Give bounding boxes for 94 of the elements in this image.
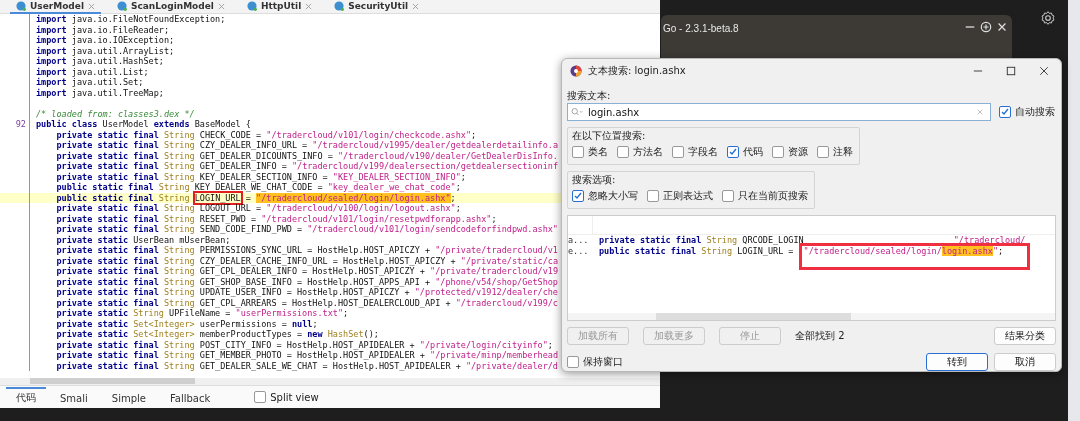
file-tab[interactable]: UserModel xyxy=(10,0,101,14)
code-line: import java.io.FileNotFoundException; xyxy=(36,14,226,25)
code-line: private static final String GET_CPL_DEALER_INFO = HostHelp.HOST_APICZY + "/private/tradercloud/v19 xyxy=(55,266,558,277)
code-line: private static final String GET_DEALER_DICOUNTS_INFO = "/tradercloud/v190/dealer/GetDealerDisInfo. xyxy=(55,150,558,161)
annotation-box: "/tradercloud/sealed/login/login.ashx"; xyxy=(798,243,1031,270)
result-count: 全部找到 2 xyxy=(795,329,845,343)
field-label: 搜索文本: xyxy=(567,89,612,103)
dialog-button[interactable]: 取消 xyxy=(994,353,1056,371)
checkbox[interactable] xyxy=(672,146,684,158)
view-tab[interactable]: 代码 xyxy=(6,387,46,407)
plus-circle-icon[interactable] xyxy=(980,21,992,33)
checkbox[interactable] xyxy=(254,391,267,403)
code-line: public static final String LOGIN_URL = "/tradercloud/sealed/login/login.ashx"; xyxy=(55,192,456,203)
code-line: private static final String GET_CPL_ARREARS = HostHelp.HOST_DEALERCLOUD_API + "/tradercloud/v199/c xyxy=(55,297,558,308)
code-line: import java.io.IOException; xyxy=(36,35,175,46)
code-line: private static final String UPDATE_USER_INFO = HostHelp.HOST_APICZY + "/protected/v1912/dealer/che xyxy=(55,287,558,298)
checkbox-label: 注释 xyxy=(833,145,853,159)
checkbox[interactable] xyxy=(572,190,584,202)
code-line: private static final String GET_DEALER_SALE_WE_CHAT = HostHelp.HOST_APIDEALER + "/private/dealer/d xyxy=(55,360,558,371)
checkbox-label: Split view xyxy=(270,391,319,403)
code-line: private static final String RESET_PWD = "/tradercloud/v101/login/resetpwdforapp.ashx"; xyxy=(55,213,497,224)
dialog-title: 文本搜索: login.ashx xyxy=(588,64,687,78)
checkbox[interactable] xyxy=(817,146,829,158)
scrollbar-thumb[interactable] xyxy=(30,378,195,384)
code-line: import java.util.List; xyxy=(36,66,149,77)
checkbox-label: 方法名 xyxy=(633,145,663,159)
checkbox[interactable] xyxy=(727,146,739,158)
dialog-button[interactable]: 转到 xyxy=(926,353,988,371)
clear-icon[interactable] xyxy=(977,109,983,115)
class-icon xyxy=(16,1,26,11)
result-code[interactable]: public static final String LOGIN_URL = xyxy=(599,246,799,257)
scrollbar-thumb[interactable] xyxy=(656,313,851,320)
code-line: private static final String PERMISSIONS_SYNC_URL = HostHelp.HOST_APICZY + "/private/tradercloud/v1 xyxy=(55,245,558,256)
code-line: private static String UPFileName = "userPermissions.txt"; xyxy=(55,308,349,319)
code-line: private static UserBean mUserBean; xyxy=(55,234,231,245)
close-icon[interactable] xyxy=(1039,66,1049,76)
code-line: import java.util.TreeMap; xyxy=(36,87,164,98)
group-title: 在以下位置搜索: xyxy=(572,129,647,143)
checkbox-label: 自动搜索 xyxy=(1015,105,1055,119)
window-title: Go - 2.3.1-beta.8 xyxy=(663,23,740,34)
checkbox[interactable] xyxy=(647,190,659,202)
code-line: private static Set<Integer> userPermissions = null; xyxy=(55,318,318,329)
line-number: 92 xyxy=(15,119,26,129)
code-line: private static Set<Integer> memberProductTypes = new HashSet(); xyxy=(55,329,379,340)
code-line: private static final String CZY_DEALER_CACHE_INFO_URL = HostHelp.HOST_APICZY + "/private/static/ca xyxy=(55,255,558,266)
settings-icon[interactable] xyxy=(1040,10,1056,26)
code-line: private static final String GET_MEMBER_PHOTO = HostHelp.HOST_APIDEALER + "/private/minp/memberhead xyxy=(55,350,558,361)
search-icon xyxy=(571,107,583,117)
code-line: private static final String GET_DEALER_INFO = "/tradercloud/v199/dealersection/getdealersectioninf xyxy=(55,161,558,172)
checkbox-label: 资源 xyxy=(788,145,808,159)
class-icon xyxy=(334,1,345,11)
checkbox[interactable] xyxy=(572,146,584,158)
checkbox-label: 字段名 xyxy=(688,145,718,159)
checkbox-label: 正则表达式 xyxy=(663,189,713,203)
checkbox-label: 代码 xyxy=(743,145,763,159)
code-line: public static final String KEY_DEALER_WE_CHAT_CODE = "key_dealer_we_chat_code"; xyxy=(55,182,461,193)
code-line: private static final String GET_SHOP_BASE_INFO = HostHelp.HOST_APPS_API + "/phone/v54/shop/GetShop xyxy=(55,276,558,287)
file-tab[interactable]: ScanLoginModel xyxy=(111,0,231,12)
code-line: import java.util.Set; xyxy=(36,77,144,88)
checkbox[interactable] xyxy=(567,356,579,368)
result-location[interactable]: a... xyxy=(568,235,599,246)
code-line: /* loaded from: classes3.dex */ xyxy=(36,108,195,119)
view-tab[interactable]: Simple xyxy=(101,388,156,406)
checkbox[interactable] xyxy=(772,146,784,158)
maximize-icon[interactable] xyxy=(1006,66,1016,76)
group-title: 搜索选项: xyxy=(572,173,617,187)
app-logo-icon xyxy=(570,65,582,77)
group-results-button[interactable]: 结果分类 xyxy=(994,327,1056,345)
code-line: import java.io.FileReader; xyxy=(36,24,170,35)
search-field[interactable]: login.ashx xyxy=(567,103,991,121)
file-tab[interactable]: SecurityUtil xyxy=(328,0,426,12)
code-line: private static final String CHECK_CODE = "/tradercloud/v101/login/checkcode.ashx"; xyxy=(55,129,477,140)
code-line: import java.util.ArrayList; xyxy=(36,45,175,56)
class-icon xyxy=(246,1,257,11)
checkbox[interactable] xyxy=(722,190,734,202)
code-line: public class UserModel extends BaseModel { xyxy=(36,119,251,130)
checkbox-label: 类名 xyxy=(588,145,608,159)
code-line: private static final String CZY_DEALER_INFO_URL = "/tradercloud/v1995/dealer/getdealerdetailinfo.a xyxy=(55,140,558,151)
code-line: private static final String LOGOUT_URL = "/tradercloud/v100/login/logout.ashx"; xyxy=(55,203,461,214)
view-tab[interactable]: Smali xyxy=(50,388,98,406)
checkbox-label: 保持窗口 xyxy=(583,355,623,369)
checkbox-label: 忽略大小写 xyxy=(588,189,638,203)
code-line: private static final String KEY_DEALER_SECTION_INFO = "KEY_DEALER_SECTION_INFO"; xyxy=(55,171,466,182)
code-line: import java.util.HashSet; xyxy=(36,56,164,67)
checkbox-label: 只在当前页搜索 xyxy=(738,189,808,203)
file-tab[interactable]: HttpUtil xyxy=(240,0,319,12)
result-location[interactable]: e... xyxy=(568,246,599,257)
checkbox[interactable] xyxy=(617,146,629,158)
view-tab[interactable]: Fallback xyxy=(159,388,221,406)
class-icon xyxy=(117,1,127,11)
code-line: private static final String SEND_CODE_FIND_PWD = "/tradercloud/v101/login/sendcodeforfindpwd.ashx" xyxy=(55,224,558,235)
checkbox[interactable] xyxy=(999,106,1011,118)
result-code[interactable]: private static final String QRCODE_LOGIN "/tradercloud/ xyxy=(599,235,1026,246)
code-line: private static final String POST_CITY_INFO = HostHelp.HOST_APIDEALER + "/private/login/cityinfo"; xyxy=(55,339,553,350)
